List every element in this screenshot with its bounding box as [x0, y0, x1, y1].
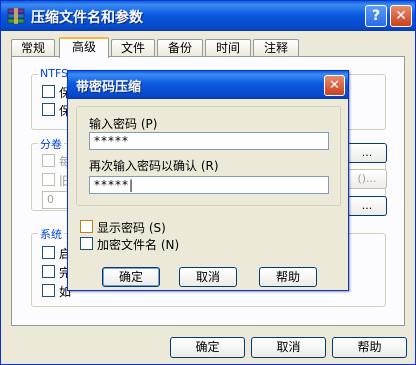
system-checkbox-1[interactable]: [42, 246, 55, 259]
cancel-button[interactable]: 取消: [251, 337, 326, 358]
tab-files[interactable]: 文件: [111, 39, 155, 57]
password-input[interactable]: *****: [89, 132, 329, 150]
tab-time[interactable]: 时间: [205, 39, 251, 57]
set-button-3[interactable]: ...: [347, 196, 387, 216]
close-title-button[interactable]: ✕: [390, 5, 412, 27]
encrypt-filenames-label: 加密文件名 (N): [97, 238, 180, 252]
ntfs-checkbox-1[interactable]: [42, 85, 55, 98]
winrar-icon: [7, 8, 25, 24]
set-button-2[interactable]: ()...: [347, 169, 387, 189]
tab-backup[interactable]: 备份: [157, 39, 203, 57]
password-group: 输入密码 (P) ***** 再次输入密码以确认 (R) *****|: [76, 106, 341, 206]
dialog-cancel-button[interactable]: 取消: [179, 267, 237, 287]
tab-general[interactable]: 常规: [11, 39, 55, 57]
encrypt-filenames-checkbox[interactable]: [80, 237, 93, 250]
confirm-password-input[interactable]: *****|: [89, 176, 329, 194]
ntfs-group-label: NTFS: [38, 67, 71, 80]
help-button[interactable]: 帮助: [332, 337, 407, 358]
title-bar[interactable]: 压缩文件名和参数 ? ✕: [1, 1, 415, 31]
system-group-label: 系统: [38, 226, 64, 242]
dialog-help-button[interactable]: 帮助: [259, 267, 317, 287]
confirm-password-label: 再次输入密码以确认 (R): [89, 159, 219, 173]
show-password-label: 显示密码 (S): [97, 221, 166, 235]
password-dialog-title-bar[interactable]: 带密码压缩 ✕: [68, 71, 348, 99]
tab-comment[interactable]: 注释: [253, 39, 299, 57]
help-title-button[interactable]: ?: [365, 5, 387, 27]
system-checkbox-2[interactable]: [42, 265, 55, 278]
tab-advanced[interactable]: 高级: [59, 37, 109, 58]
split-checkbox-1[interactable]: [42, 154, 55, 167]
archive-options-window: 压缩文件名和参数 ? ✕ 常规 高级 文件 备份 时间 注释 NTFS 保 保 …: [0, 0, 416, 365]
ok-button[interactable]: 确定: [170, 337, 245, 358]
split-checkbox-2[interactable]: [42, 173, 55, 186]
show-password-checkbox[interactable]: [80, 220, 93, 233]
set-button-1[interactable]: ...: [347, 143, 387, 163]
dialog-ok-button[interactable]: 确定: [102, 267, 160, 287]
system-checkbox-3[interactable]: [42, 284, 55, 297]
password-dialog-title: 带密码压缩: [76, 80, 142, 95]
split-group-label: 分卷: [38, 136, 64, 152]
window-title: 压缩文件名和参数: [31, 10, 143, 26]
ntfs-checkbox-2[interactable]: [42, 103, 55, 116]
password-label: 输入密码 (P): [89, 117, 158, 131]
password-dialog-close-button[interactable]: ✕: [324, 75, 345, 96]
password-dialog: 带密码压缩 ✕ 输入密码 (P) ***** 再次输入密码以确认 (R) ***…: [67, 70, 349, 291]
